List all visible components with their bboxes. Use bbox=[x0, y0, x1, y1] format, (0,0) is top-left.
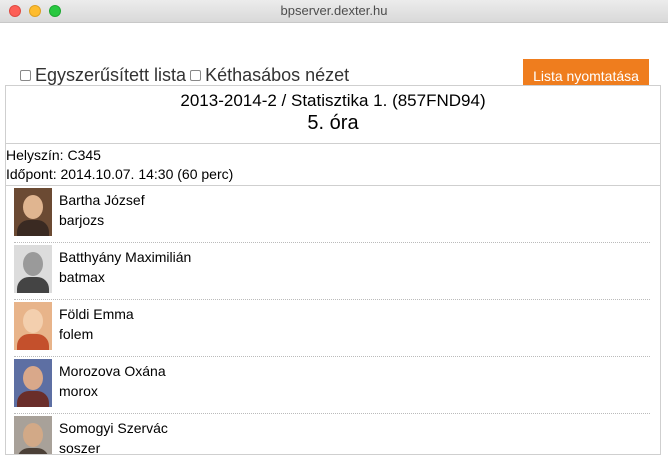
toolbar: Egyszerűsített lista Kéthasábos nézet Li… bbox=[0, 23, 668, 93]
student-name: Földi Emma bbox=[59, 306, 134, 322]
simplified-list-checkbox[interactable] bbox=[20, 70, 31, 81]
time-text: Időpont: 2014.10.07. 14:30 (60 perc) bbox=[6, 166, 234, 182]
simplified-list-option[interactable]: Egyszerűsített lista bbox=[20, 65, 186, 86]
student-row: Somogyi Szervác soszer bbox=[14, 414, 650, 455]
two-column-checkbox[interactable] bbox=[190, 70, 202, 81]
title-bar: bpserver.dexter.hu bbox=[0, 0, 668, 23]
avatar bbox=[14, 188, 52, 236]
app-window: bpserver.dexter.hu Egyszerűsített lista … bbox=[0, 0, 668, 467]
location-text: Helyszín: C345 bbox=[6, 147, 101, 163]
avatar bbox=[14, 245, 52, 293]
lesson-info: Helyszín: C345 Időpont: 2014.10.07. 14:3… bbox=[6, 144, 660, 186]
student-name: Somogyi Szervác bbox=[59, 420, 168, 436]
student-id: soszer bbox=[59, 440, 101, 455]
lesson-title: 5. óra bbox=[307, 112, 359, 134]
student-row: Bartha József barjozs bbox=[14, 186, 650, 243]
two-column-label: Kéthasábos nézet bbox=[205, 65, 350, 85]
student-list: Bartha József barjozs Batthyány Maximili… bbox=[6, 186, 660, 455]
student-id: folem bbox=[59, 326, 94, 342]
window-title: bpserver.dexter.hu bbox=[280, 3, 388, 18]
student-row: Földi Emma folem bbox=[14, 300, 650, 357]
avatar bbox=[14, 302, 52, 350]
attendance-panel: 2013-2014-2 / Statisztika 1. (857FND94) … bbox=[5, 85, 661, 455]
student-id: morox bbox=[59, 383, 98, 399]
student-row: Batthyány Maximilián batmax bbox=[14, 243, 650, 300]
student-row: Morozova Oxána morox bbox=[14, 357, 650, 414]
student-id: batmax bbox=[59, 269, 105, 285]
view-options: Egyszerűsített lista Kéthasábos nézet bbox=[20, 65, 353, 86]
avatar bbox=[14, 359, 52, 407]
student-id: barjozs bbox=[59, 212, 105, 228]
course-title: 2013-2014-2 / Statisztika 1. (857FND94) bbox=[180, 91, 486, 110]
two-column-option[interactable]: Kéthasábos nézet bbox=[190, 65, 349, 86]
simplified-list-label: Egyszerűsített lista bbox=[35, 65, 187, 85]
student-name: Batthyány Maximilián bbox=[59, 249, 192, 265]
avatar bbox=[14, 416, 52, 454]
student-name: Bartha József bbox=[59, 192, 145, 208]
student-name: Morozova Oxána bbox=[59, 363, 166, 379]
course-header: 2013-2014-2 / Statisztika 1. (857FND94) … bbox=[6, 91, 660, 144]
